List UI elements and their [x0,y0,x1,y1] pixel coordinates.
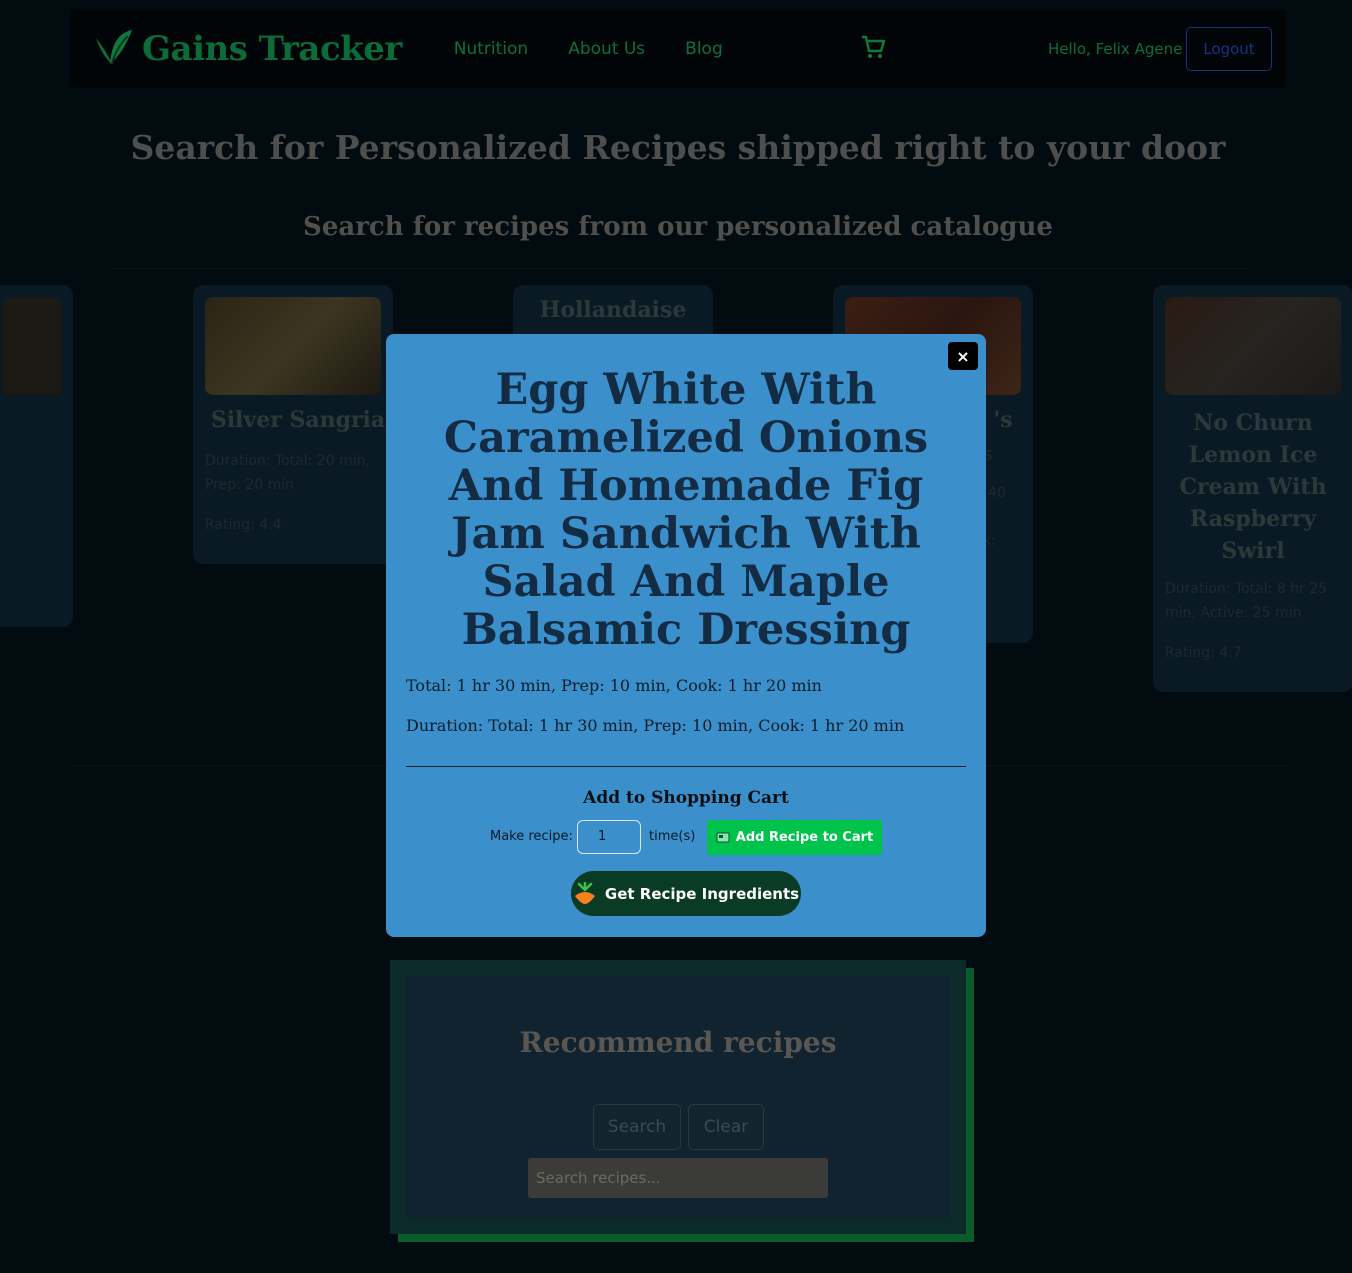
nav-link-blog[interactable]: Blog [685,39,723,59]
brand-name: Gains Tracker [142,29,402,69]
logout-button[interactable]: Logout [1186,27,1272,71]
cart-small-icon [716,832,730,844]
page-background: Gains Tracker Nutrition About Us Blog He… [0,0,1352,1273]
carrot-icon [573,881,597,906]
recipe-card-duration: Duration: Total: 8 hr 25 min, Active: 25… [1165,581,1328,621]
get-recipe-ingredients-button[interactable]: Get Recipe Ingredients [571,871,801,916]
clear-button[interactable]: Clear [688,1104,764,1150]
recipe-image [2,297,62,395]
search-button[interactable]: Search [593,1104,681,1150]
recipe-card-lemon-ice-cream[interactable]: No Churn Lemon Ice Cream With Raspberry … [1153,285,1352,692]
navbar: Gains Tracker Nutrition About Us Blog He… [70,10,1286,88]
recipe-card-fragment: s [983,444,993,465]
recipe-card-title: Hollandaise [539,297,687,323]
recipe-modal: × Egg White With Caramelized Onions And … [386,334,986,937]
recipe-card-title: Silver Sangria [210,407,386,433]
recommend-title: Recommend recipes [519,1026,837,1059]
search-input[interactable]: Search recipes... [528,1158,828,1198]
user-greeting: Hello, Felix Agene [1048,40,1183,58]
quantity-input[interactable]: 1 [577,820,641,854]
recipe-card-title: 's [993,407,1013,433]
shopping-cart-icon[interactable] [860,34,886,64]
nav-link-about-us[interactable]: About Us [568,39,645,59]
nav-link-nutrition[interactable]: Nutrition [454,39,528,59]
recipe-card-silver-sangria[interactable]: Silver Sangria Duration: Total: 20 min, … [193,285,393,564]
nav-links: Nutrition About Us Blog [454,39,763,59]
recipe-image [205,297,381,395]
recipe-card-rating: Rating: 4.7 [1165,645,1242,661]
recipe-card-duration: Duration: Total: 20 min, Prep: 20 min [205,453,370,493]
modal-divider [406,766,966,767]
recipe-card-fragment: 40 [988,485,1006,501]
recipe-card-fragment: k: [983,533,996,549]
cart-heading: Add to Shopping Cart [583,788,789,808]
recipe-card-partial-left[interactable] [0,285,73,627]
recipe-card-title: No Churn Lemon Ice Cream With Raspberry … [1179,410,1327,564]
get-recipe-ingredients-label: Get Recipe Ingredients [604,884,800,903]
recipe-image [1165,297,1341,395]
modal-duration-line: Duration: Total: 1 hr 30 min, Prep: 10 m… [406,716,905,735]
catalogue-subtitle: Search for recipes from our personalized… [303,212,1053,242]
modal-recipe-title: Egg White With Caramelized Onions And Ho… [443,365,929,655]
add-recipe-to-cart-button[interactable]: Add Recipe to Cart [707,820,882,855]
divider [110,268,1250,269]
recommend-panel-inner: Recommend recipes Search Clear Search re… [406,976,950,1218]
page-title: Search for Personalized Recipes shipped … [130,128,1226,167]
add-recipe-to-cart-label: Add Recipe to Cart [735,830,874,845]
modal-time-line: Total: 1 hr 30 min, Prep: 10 min, Cook: … [406,676,822,695]
times-label: time(s) [649,829,696,844]
leaf-logo-icon [92,26,134,72]
brand[interactable]: Gains Tracker [92,26,402,72]
recommend-panel: Recommend recipes Search Clear Search re… [390,960,966,1234]
make-recipe-label: Make recipe: [490,829,573,844]
recipe-card-rating: Rating: 4.4 [205,517,282,533]
close-icon: × [956,346,970,366]
